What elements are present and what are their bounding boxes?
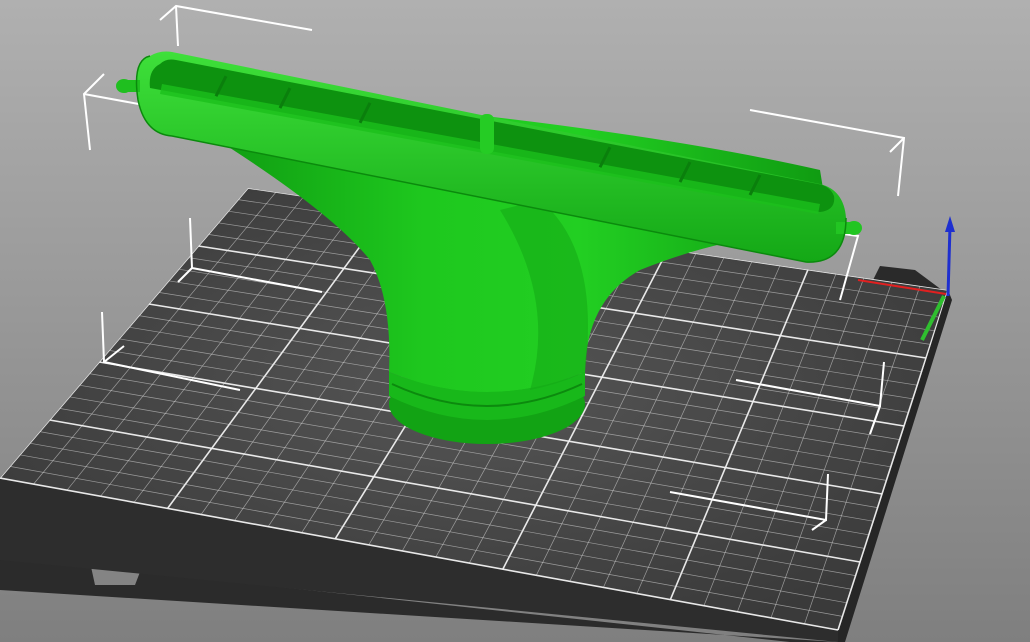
nozzle-center-post	[480, 114, 494, 154]
z-axis-line	[946, 225, 952, 297]
nozzle-pin-left-shaft	[124, 80, 140, 92]
3d-viewport[interactable]	[0, 0, 1030, 642]
3d-scene[interactable]	[0, 0, 1030, 642]
